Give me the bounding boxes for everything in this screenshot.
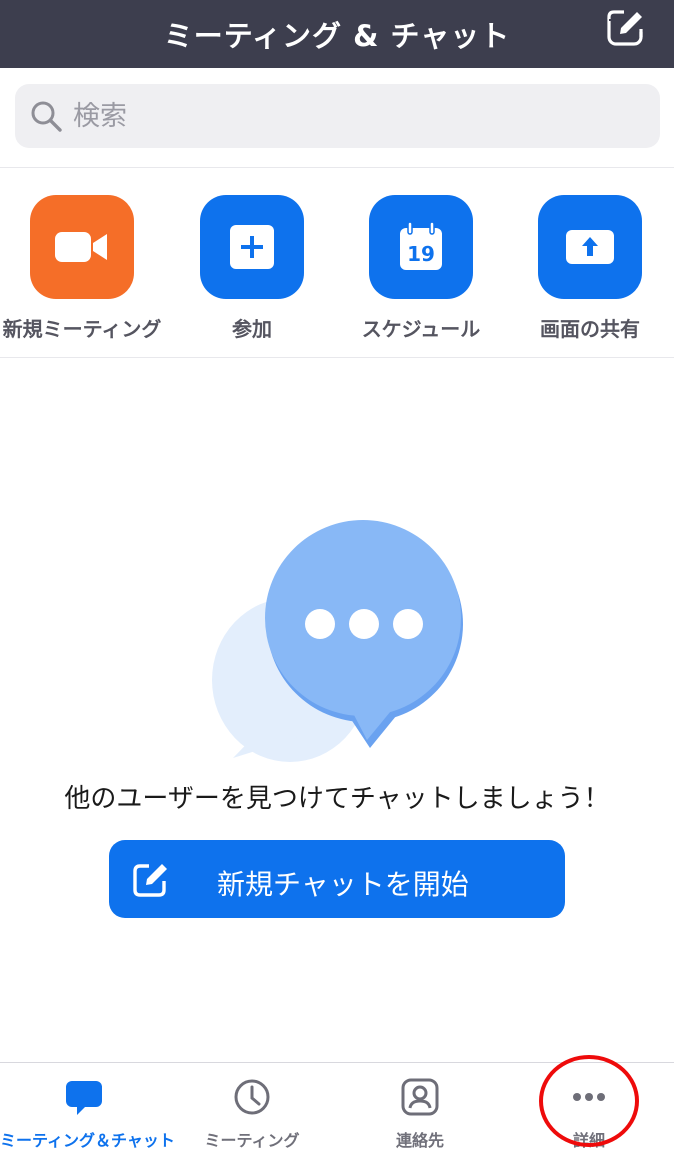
clock-icon (234, 1079, 270, 1115)
new-chat-button[interactable]: 新規チャットを開始 (109, 840, 565, 918)
video-camera-icon (55, 232, 107, 262)
calendar-day: 19 (407, 242, 435, 266)
join-label: 参加 (232, 317, 272, 341)
tab-contacts[interactable]: 連絡先 (336, 1063, 504, 1152)
new-meeting-action[interactable]: 新規ミーティング (0, 195, 167, 345)
search-bar[interactable] (15, 84, 660, 148)
join-button[interactable] (200, 195, 304, 299)
join-action[interactable]: 参加 (167, 195, 337, 345)
compose-icon[interactable] (606, 7, 646, 47)
new-meeting-button[interactable] (30, 195, 134, 299)
contacts-icon (401, 1078, 439, 1116)
tab-label: ミーティング＆チャット (0, 1131, 175, 1150)
tab-more[interactable]: 詳細 (505, 1063, 673, 1152)
top-bar: ミーティング & チャット (0, 0, 674, 68)
schedule-button[interactable]: 19 (369, 195, 473, 299)
tab-meetings-chat[interactable]: ミーティング＆チャット (0, 1063, 175, 1152)
tab-label: 連絡先 (395, 1131, 444, 1150)
new-chat-label: 新規チャットを開始 (217, 868, 469, 901)
calendar-icon: 19 (400, 222, 442, 270)
empty-state-message: 他のユーザーを見つけてチャットしましょう！ (64, 784, 610, 814)
share-screen-button[interactable] (538, 195, 642, 299)
bottom-tab-bar: ミーティング＆チャット ミーティング 連絡先 詳細 (0, 1062, 674, 1152)
share-screen-action[interactable]: 画面の共有 (505, 195, 674, 345)
schedule-action[interactable]: 19 スケジュール (336, 195, 506, 345)
divider (0, 167, 674, 168)
tab-label: ミーティング (204, 1131, 300, 1150)
share-screen-label: 画面の共有 (540, 317, 640, 341)
plus-icon (230, 225, 274, 269)
compose-icon (133, 864, 167, 897)
new-meeting-label: 新規ミーティング (2, 317, 162, 341)
page-title: ミーティング & チャット (163, 19, 511, 53)
more-icon (573, 1093, 605, 1101)
tab-meetings[interactable]: ミーティング (168, 1063, 336, 1152)
search-input[interactable] (71, 99, 635, 133)
tab-label: 詳細 (572, 1131, 605, 1150)
schedule-label: スケジュール (361, 317, 481, 341)
chat-icon (66, 1081, 102, 1115)
chat-bubbles-icon (212, 520, 463, 762)
divider (0, 357, 674, 358)
share-screen-icon (566, 230, 614, 264)
search-icon (31, 101, 62, 132)
